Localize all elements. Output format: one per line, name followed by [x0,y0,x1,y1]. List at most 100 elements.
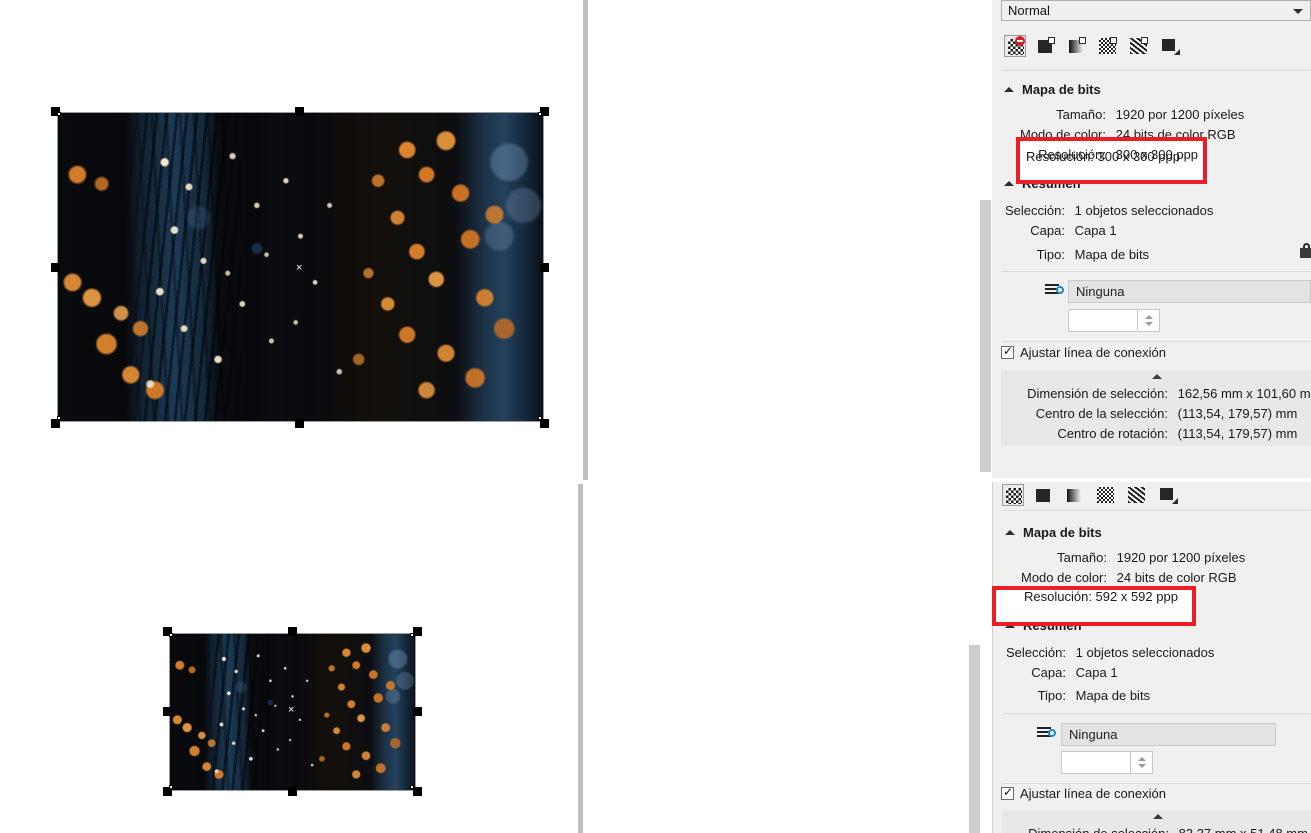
fit-connector-checkbox-bottom[interactable]: Ajustar línea de conexión [1001,785,1166,801]
style-field-value: Ninguna [1076,284,1125,299]
fit-connector-label: Ajustar línea de conexión [1020,345,1166,360]
texture-transparency-icon[interactable] [1126,484,1148,506]
handle-small-w[interactable] [163,707,172,716]
no-transparency-icon[interactable] [1002,484,1024,506]
postscript-transparency-icon[interactable] [1157,484,1179,506]
bitmap-size-label: Tamaño: [1056,107,1106,122]
summary-type-row-bottom: Tipo: Mapa de bits [1002,688,1150,703]
style-field-top[interactable]: Ninguna [1068,280,1311,303]
bitmap-section-header-bottom[interactable]: Mapa de bits [1005,525,1102,540]
summary-selection-value: 1 objetos seleccionados [1074,203,1214,218]
no-transparency-icon[interactable] [1004,35,1026,57]
bitmap-size-row-bottom: Tamaño: 1920 por 1200 píxeles [1002,550,1245,565]
fountain-transparency-icon[interactable] [1064,484,1086,506]
style-field-value: Ninguna [1069,727,1118,742]
bitmap-section-header-top[interactable]: Mapa de bits [1004,82,1101,97]
corner-dot-se [538,416,542,420]
summary-layer-row-top: Capa: Capa 1 [1001,223,1117,238]
bitmap-size-label: Tamaño: [1057,550,1107,565]
fit-connector-label: Ajustar línea de conexión [1020,786,1166,801]
collapse-triangle-icon[interactable] [1004,181,1014,186]
handle-w[interactable] [51,263,60,272]
checkbox-icon[interactable] [1001,785,1014,800]
summary-selection-row-top: Selección: 1 objetos seleccionados [1001,203,1213,218]
corner-dot-sw [57,416,61,420]
drawing-canvas[interactable]: × × [0,0,588,833]
fit-connector-checkbox-top[interactable]: Ajustar línea de conexión [1001,344,1166,360]
bitmap-colormode-value: 24 bits de color RGB [1116,570,1237,585]
divider [1002,713,1311,714]
summary-selection-label: Selección: [1005,203,1065,218]
handle-small-s[interactable] [288,787,297,796]
rotation-center-marker[interactable]: × [296,263,302,274]
divider [1001,271,1311,272]
transform-rotation-row-top: Centro de rotación: (113,54, 179,57) mm [1001,426,1297,441]
handle-se[interactable] [540,419,549,428]
summary-layer-label: Capa: [1030,223,1065,238]
docker-scrollbar-bottom[interactable] [969,645,980,833]
transparency-toolbar-top[interactable] [1004,35,1181,57]
summary-selection-row-bottom: Selección: 1 objetos seleccionados [1002,645,1214,660]
transform-rotation-label: Centro de rotación: [1057,426,1168,441]
numeric-field-top[interactable] [1068,309,1160,332]
handle-small-n[interactable] [288,627,297,636]
transform-dimension-label: Dimensión de selección: [1002,826,1169,833]
collapse-triangle-icon[interactable] [1153,814,1163,819]
stepper-icon[interactable] [1130,752,1152,773]
handle-s[interactable] [295,419,304,428]
transparency-toolbar-bottom[interactable] [1002,484,1179,506]
handle-small-e[interactable] [413,707,422,716]
pattern-transparency-icon[interactable] [1095,484,1117,506]
summary-selection-label: Selección: [1006,645,1066,660]
style-field-bottom[interactable]: Ninguna [1061,723,1276,746]
divider [1001,341,1311,342]
bitmap-size-value: 1920 por 1200 píxeles [1115,107,1245,122]
properties-docker-top: Normal Mapa de bits Tamaño: 1920 por 120… [992,0,1311,478]
fountain-transparency-icon[interactable] [1066,35,1088,57]
app-window: × × Normal Mapa de bits Tamaño: 1920 por… [0,0,1311,833]
rotation-center-marker-small[interactable]: × [288,705,294,716]
docker-scrollbar-top[interactable] [980,200,991,472]
uniform-transparency-icon[interactable] [1033,484,1055,506]
bitmap-size-value: 1920 por 1200 píxeles [1116,550,1246,565]
transform-center-value: (113,54, 179,57) mm [1177,406,1298,421]
handle-small-ne[interactable] [413,627,422,636]
collapse-triangle-icon[interactable] [1152,374,1162,379]
chevron-down-icon[interactable] [1293,9,1303,14]
numeric-field-bottom[interactable] [1061,751,1153,774]
summary-type-label: Tipo: [1036,247,1065,262]
divider [1002,783,1311,784]
handle-small-se[interactable] [413,787,422,796]
handle-n[interactable] [295,107,304,116]
corner-dot-ne [538,112,542,116]
handle-e[interactable] [540,263,549,272]
collapse-triangle-icon[interactable] [1005,530,1015,535]
handle-sw[interactable] [51,419,60,428]
transform-dimension-row-top: Dimensión de selección: 162,56 mm x 101,… [1001,386,1311,401]
bitmap-section-title: Mapa de bits [1022,82,1101,97]
texture-transparency-icon[interactable] [1128,35,1150,57]
lock-icon[interactable] [1300,243,1311,258]
corner-dot-nw [57,112,61,116]
properties-docker-bottom: Mapa de bits Tamaño: 1920 por 1200 píxel… [992,482,1311,833]
corner-dot-small-se [410,785,414,789]
bitmap-colormode-row-bottom: Modo de color: 24 bits de color RGB [1002,570,1237,585]
stepper-icon[interactable] [1137,310,1159,331]
transform-dimension-value: 83,37 mm x 51,48 mm [1179,826,1308,833]
corner-dot-small-nw [169,633,173,637]
checkbox-icon[interactable] [1001,344,1014,359]
summary-type-value: Mapa de bits [1075,688,1151,703]
bitmap-section-title: Mapa de bits [1023,525,1102,540]
summary-type-value: Mapa de bits [1074,247,1150,262]
bitmap-colormode-label: Modo de color: [1021,570,1107,585]
corner-dot-small-sw [169,785,173,789]
summary-selection-value: 1 objetos seleccionados [1075,645,1215,660]
pattern-transparency-icon[interactable] [1097,35,1119,57]
summary-layer-label: Capa: [1031,665,1066,680]
uniform-transparency-icon[interactable] [1035,35,1057,57]
transparency-mode-combo[interactable]: Normal [1001,0,1311,21]
collapse-triangle-icon[interactable] [1004,87,1014,92]
resolution-highlight-text-top: Resolución: 300 x 300 ppp [1026,149,1180,164]
postscript-transparency-icon[interactable] [1159,35,1181,57]
summary-layer-value: Capa 1 [1074,223,1117,238]
